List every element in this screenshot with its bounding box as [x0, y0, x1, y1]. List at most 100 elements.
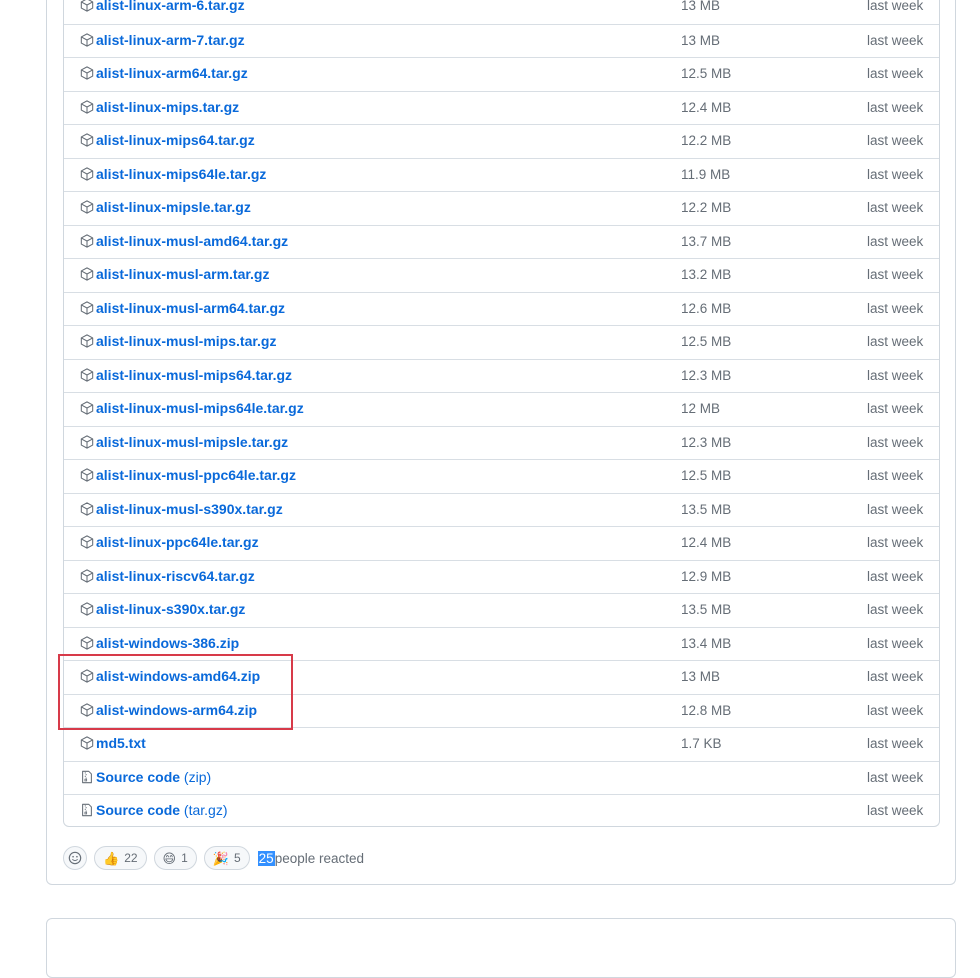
- asset-date: last week: [867, 702, 924, 718]
- reaction-laugh[interactable]: 😄 1: [153, 846, 197, 870]
- asset-row: alist-linux-mips64le.tar.gz 11.9 MB last w…: [64, 157, 939, 192]
- asset-date: last week: [867, 635, 924, 651]
- package-icon: [80, 669, 94, 683]
- asset-name: alist-windows-arm64.zip: [96, 701, 258, 718]
- asset-link[interactable]: alist-linux-musl-mipsle.tar.gz: [96, 434, 288, 450]
- asset-link[interactable]: alist-linux-arm-6.tar.gz: [96, 0, 245, 13]
- asset-row: alist-linux-mips64.tar.gz 12.2 MB last wee…: [64, 124, 939, 158]
- asset-link[interactable]: alist-linux-musl-amd64.tar.gz: [96, 233, 288, 249]
- asset-link[interactable]: alist-linux-musl-arm64.tar.gz: [96, 300, 285, 316]
- asset-link[interactable]: alist-linux-arm-7.tar.gz: [96, 32, 245, 48]
- asset-size: 11.9 MB: [681, 166, 731, 182]
- asset-size: 12.8 MB: [681, 702, 732, 718]
- reaction-count: 5: [233, 851, 241, 865]
- asset-size: 1.7 KB: [681, 736, 722, 751]
- package-icon: [80, 0, 94, 12]
- asset-row: alist-linux-s390x.tar.gz 13.5 MB last week: [64, 593, 939, 627]
- asset-row: alist-linux-musl-mips64.tar.gz 12.3 MB las…: [64, 358, 939, 393]
- asset-row: md5.txt 1.7 KB last week: [64, 727, 939, 761]
- asset-link[interactable]: alist-linux-mips64.tar.gz: [96, 132, 255, 148]
- reactions-summary-label: people reacted: [274, 850, 365, 866]
- asset-link[interactable]: alist-linux-riscv64.tar.gz: [96, 568, 255, 584]
- asset-date: last week: [867, 166, 924, 182]
- asset-name: alist-linux-musl-mips64.tar.gz: [96, 366, 293, 383]
- asset-name: alist-windows-386.zip: [96, 634, 240, 651]
- asset-link[interactable]: alist-linux-musl-s390x.tar.gz: [96, 501, 283, 517]
- package-icon: [80, 635, 94, 650]
- asset-row: alist-linux-musl-mips.tar.gz 12.5 MB last …: [64, 325, 939, 359]
- asset-row: Source code (zip) last week: [64, 760, 939, 795]
- asset-size: 13 MB: [681, 669, 721, 684]
- laugh-icon: 😄: [162, 850, 177, 866]
- asset-name-suffix: (zip): [183, 768, 212, 785]
- reaction-hooray[interactable]: 🎉 5: [203, 846, 250, 870]
- asset-row: alist-linux-musl-amd64.tar.gz 13.7 MB last…: [64, 224, 939, 259]
- asset-row: alist-linux-arm-6.tar.gz 13 MB last week: [64, 0, 939, 24]
- asset-link[interactable]: alist-linux-musl-mips64le.tar.gz: [96, 400, 304, 416]
- asset-link[interactable]: alist-linux-s390x.tar.gz: [96, 601, 245, 617]
- asset-size: 13.4 MB: [681, 635, 732, 651]
- asset-link[interactable]: alist-linux-musl-mips.tar.gz: [96, 333, 276, 349]
- asset-size: 12.4 MB: [681, 99, 732, 115]
- asset-name: alist-linux-musl-amd64.tar.gz: [96, 232, 289, 249]
- asset-row: alist-windows-386.zip 13.4 MB last week: [64, 626, 939, 661]
- package-icon: [80, 166, 94, 181]
- asset-name: Source code: [96, 768, 181, 785]
- asset-link[interactable]: Source code (tar.gz): [96, 802, 228, 818]
- package-icon: [80, 32, 94, 47]
- asset-date: last week: [867, 501, 924, 517]
- asset-name: alist-linux-musl-mips64le.tar.gz: [96, 400, 304, 416]
- asset-link[interactable]: alist-linux-mipsle.tar.gz: [96, 199, 251, 215]
- asset-row: alist-linux-musl-mipsle.tar.gz 12.3 MB las…: [64, 425, 939, 460]
- asset-link[interactable]: alist-linux-arm64.tar.gz: [96, 65, 248, 81]
- asset-link[interactable]: alist-windows-386.zip: [96, 635, 239, 651]
- smiley-icon: [68, 851, 82, 865]
- reactions-bar: 👍 22 😄 1 🎉 5 25people reacted: [63, 845, 364, 871]
- asset-size: 12.2 MB: [681, 200, 732, 215]
- asset-size: 13.2 MB: [681, 267, 732, 282]
- asset-row: alist-linux-arm64.tar.gz 12.5 MB last week: [64, 57, 939, 91]
- package-icon: [80, 133, 94, 147]
- asset-link[interactable]: alist-linux-mips.tar.gz: [96, 99, 239, 115]
- add-reaction-button[interactable]: [63, 846, 87, 870]
- asset-name: alist-linux-riscv64.tar.gz: [96, 567, 255, 584]
- asset-name: alist-linux-musl-ppc64le.tar.gz: [96, 467, 296, 483]
- package-icon: [80, 99, 94, 114]
- package-icon: [80, 702, 94, 717]
- asset-date: last week: [867, 736, 924, 751]
- asset-link[interactable]: alist-windows-arm64.zip: [96, 702, 257, 718]
- asset-link[interactable]: alist-linux-mips64le.tar.gz: [96, 166, 266, 182]
- file-zip-icon: [80, 803, 94, 817]
- asset-name: alist-linux-musl-arm64.tar.gz: [96, 299, 286, 316]
- asset-link[interactable]: alist-linux-ppc64le.tar.gz: [96, 534, 259, 550]
- asset-row: alist-linux-mipsle.tar.gz 12.2 MB last wee…: [64, 191, 939, 225]
- asset-link[interactable]: alist-windows-amd64.zip: [96, 668, 260, 684]
- asset-link[interactable]: Source code (zip): [96, 769, 211, 785]
- asset-size: 12.3 MB: [681, 434, 732, 450]
- reactions-summary[interactable]: 25people reacted: [257, 850, 365, 866]
- asset-row: alist-linux-mips.tar.gz 12.4 MB last week: [64, 90, 939, 125]
- reaction-thumbs-up[interactable]: 👍 22: [94, 846, 147, 870]
- reactions-total: 25: [257, 850, 275, 866]
- asset-link[interactable]: alist-linux-musl-ppc64le.tar.gz: [96, 467, 296, 483]
- asset-name: alist-linux-mipsle.tar.gz: [96, 199, 251, 215]
- asset-name: alist-linux-musl-s390x.tar.gz: [96, 500, 283, 517]
- asset-size: 12.5 MB: [681, 468, 732, 483]
- package-icon: [80, 267, 94, 281]
- file-zip-icon: [80, 770, 94, 784]
- asset-date: last week: [867, 468, 924, 483]
- asset-size: 12.4 MB: [681, 535, 732, 550]
- package-icon: [80, 367, 94, 382]
- asset-date: last week: [867, 99, 924, 115]
- asset-name: alist-linux-s390x.tar.gz: [96, 601, 246, 617]
- asset-date: last week: [867, 568, 924, 584]
- package-icon: [80, 300, 94, 315]
- asset-date: last week: [867, 669, 924, 684]
- asset-link[interactable]: alist-linux-musl-mips64.tar.gz: [96, 367, 292, 383]
- package-icon: [80, 434, 94, 449]
- package-icon: [80, 568, 94, 583]
- asset-size: 13 MB: [681, 32, 721, 48]
- asset-link[interactable]: md5.txt: [96, 735, 146, 751]
- asset-name: Source code: [96, 802, 181, 818]
- asset-link[interactable]: alist-linux-musl-arm.tar.gz: [96, 266, 269, 282]
